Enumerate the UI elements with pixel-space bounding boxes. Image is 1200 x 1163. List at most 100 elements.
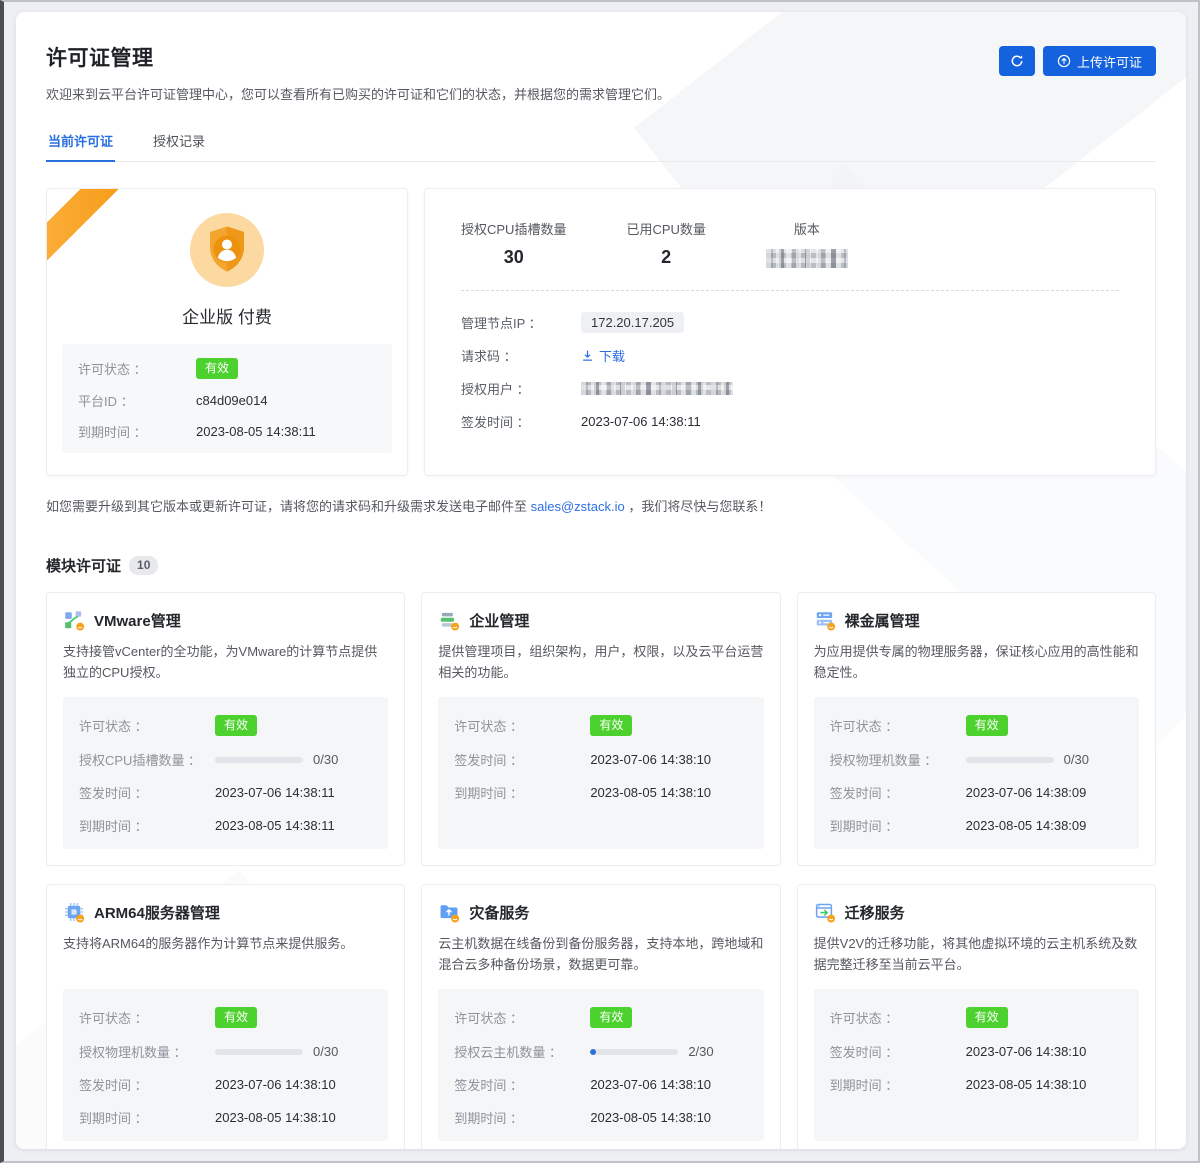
license-management-page: 许可证管理 欢迎来到云平台许可证管理中心，您可以查看所有已购买的许可证和它们的状…	[16, 12, 1186, 1149]
status-badge: 有效	[966, 715, 1008, 736]
note-prefix: 如您需要升级到其它版本或更新许可证，请将您的请求码和升级需求发送电子邮件至	[46, 499, 531, 514]
info-label: 许可状态 ：	[454, 716, 590, 735]
license-status-row: 许可状态 ：有效	[454, 715, 747, 736]
license-status-row: 许可状态 ：有效	[79, 715, 372, 736]
info-value: 2023-07-06 14:38:10	[215, 1077, 336, 1092]
issue-time-label: 签发时间 ：	[461, 412, 581, 431]
license-status-row: 许可状态 ：有效	[830, 1007, 1123, 1028]
module-card: 裸金属管理为应用提供专属的物理服务器，保证核心应用的高性能和稳定性。许可状态 ：…	[797, 592, 1156, 866]
stat-value: 2	[626, 247, 705, 268]
info-label: 到期时间 ：	[830, 1075, 966, 1094]
info-row: 到期时间 ：2023-08-05 14:38:10	[454, 1108, 747, 1127]
sales-email-link[interactable]: sales@zstack.io	[531, 499, 625, 514]
platform-id-row: 平台ID ： c84d09e014	[78, 391, 376, 410]
upgrade-note: 如您需要升级到其它版本或更新许可证，请将您的请求码和升级需求发送电子邮件至 sa…	[46, 496, 1156, 515]
corner-ribbon	[46, 188, 125, 266]
module-description: 云主机数据在线备份到备份服务器，支持本地，跨地域和混合云多种备份场景，数据更可靠…	[438, 933, 763, 977]
dashed-divider	[461, 290, 1119, 291]
enterprise-icon	[438, 609, 460, 631]
tab-bar: 当前许可证 授权记录	[46, 131, 1156, 162]
quota-row: 授权物理机数量 ：0/30	[830, 750, 1123, 769]
module-info-box: 许可状态 ：有效授权云主机数量 ：2/30签发时间 ：2023-07-06 14…	[438, 989, 763, 1141]
authorized-user-row: 授权用户 ：	[461, 377, 1119, 399]
info-row: 到期时间 ：2023-08-05 14:38:10	[454, 783, 747, 802]
status-badge: 有效	[966, 1007, 1008, 1028]
stat-label: 授权CPU插槽数量	[461, 219, 566, 238]
info-value: 2023-07-06 14:38:10	[590, 1077, 711, 1092]
stat-value: 30	[461, 247, 566, 268]
module-cards-grid: VMware管理支持接管vCenter的全功能，为VMware的计算节点提供独立…	[46, 592, 1156, 1149]
page-header: 许可证管理 欢迎来到云平台许可证管理中心，您可以查看所有已购买的许可证和它们的状…	[46, 42, 1156, 103]
version-value-redacted	[766, 249, 848, 268]
upload-license-button[interactable]: 上传许可证	[1043, 46, 1156, 76]
migration-icon	[814, 901, 836, 923]
module-card: 企业管理提供管理项目，组织架构，用户，权限，以及云平台运营相关的功能。许可状态 …	[421, 592, 780, 866]
module-info-box: 许可状态 ：有效授权物理机数量 ：0/30 签发时间 ：2023-07-06 14…	[63, 989, 388, 1141]
note-suffix: ，我们将尽快与您联系！	[625, 499, 772, 514]
info-label: 许可状态 ：	[830, 716, 966, 735]
header-actions: 上传许可证	[999, 46, 1156, 76]
upload-icon	[1057, 54, 1071, 68]
module-info-box: 许可状态 ：有效签发时间 ：2023-07-06 14:38:10到期时间 ：2…	[814, 989, 1139, 1141]
info-row: 签发时间 ：2023-07-06 14:38:10	[830, 1042, 1123, 1061]
module-info-box: 许可状态 ：有效授权物理机数量 ：0/30 签发时间 ：2023-07-06 14…	[814, 697, 1139, 849]
info-row: 签发时间 ：2023-07-06 14:38:10	[454, 750, 747, 769]
info-label: 签发时间 ：	[79, 1075, 215, 1094]
status-badge: 有效	[590, 715, 632, 736]
authorized-user-label: 授权用户 ：	[461, 379, 581, 398]
info-label: 签发时间 ：	[454, 1075, 590, 1094]
shield-user-icon	[190, 213, 264, 287]
quota-row: 授权云主机数量 ：2/30	[454, 1042, 747, 1061]
disaster-recovery-icon	[438, 901, 460, 923]
download-request-code-link[interactable]: 下载	[581, 346, 625, 365]
info-row: 到期时间 ：2023-08-05 14:38:10	[79, 1108, 372, 1127]
license-summary-card: 企业版 付费 许可状态 ： 有效 平台ID ： c84d09e014 到期时间 …	[46, 188, 408, 476]
info-value: 2023-08-05 14:38:11	[215, 818, 335, 833]
refresh-button[interactable]	[999, 46, 1035, 76]
progress-bar	[215, 757, 303, 763]
license-edition: 企业版 付费	[182, 303, 272, 328]
vmware-icon	[63, 609, 85, 631]
info-label: 签发时间 ：	[79, 783, 215, 802]
module-description: 提供V2V的迁移功能，将其他虚拟环境的云主机系统及数据完整迁移至当前云平台。	[814, 933, 1139, 977]
tab-current-license[interactable]: 当前许可证	[46, 131, 115, 161]
management-node-ip-value: 172.20.17.205	[581, 312, 684, 333]
info-row: 签发时间 ：2023-07-06 14:38:09	[830, 783, 1123, 802]
info-label: 到期时间 ：	[454, 1108, 590, 1127]
info-label: 到期时间 ：	[79, 816, 215, 835]
module-card-header: 裸金属管理	[814, 609, 1139, 631]
module-info-box: 许可状态 ：有效签发时间 ：2023-07-06 14:38:10到期时间 ：2…	[438, 697, 763, 849]
refresh-icon	[1010, 54, 1024, 68]
license-status-row: 许可状态 ：有效	[79, 1007, 372, 1028]
info-row: 签发时间 ：2023-07-06 14:38:11	[79, 783, 372, 802]
arm64-icon	[63, 901, 85, 923]
authorized-user-value-redacted	[581, 382, 733, 395]
quota-ratio: 0/30	[1064, 752, 1089, 767]
quota-ratio: 2/30	[688, 1044, 713, 1059]
quota-row: 授权物理机数量 ：0/30	[79, 1042, 372, 1061]
download-link-label: 下载	[599, 346, 625, 365]
module-title: ARM64服务器管理	[94, 902, 220, 923]
module-description: 支持接管vCenter的全功能，为VMware的计算节点提供独立的CPU授权。	[63, 641, 388, 685]
management-node-ip-label: 管理节点IP ：	[461, 313, 581, 332]
module-card: 迁移服务提供V2V的迁移功能，将其他虚拟环境的云主机系统及数据完整迁移至当前云平…	[797, 884, 1156, 1149]
module-title: 企业管理	[469, 610, 529, 631]
info-value: 2023-08-05 14:38:09	[966, 818, 1087, 833]
info-value: 2023-08-05 14:38:10	[590, 785, 711, 800]
status-badge: 有效	[215, 1007, 257, 1028]
info-row: 到期时间 ：2023-08-05 14:38:10	[830, 1075, 1123, 1094]
download-icon	[581, 349, 594, 362]
module-title: 迁移服务	[845, 902, 905, 923]
info-label: 许可状态 ：	[79, 716, 215, 735]
license-status-row: 许可状态 ： 有效	[78, 358, 376, 379]
info-label: 许可状态 ：	[830, 1008, 966, 1027]
info-row: 签发时间 ：2023-07-06 14:38:10	[454, 1075, 747, 1094]
info-label: 到期时间 ：	[454, 783, 590, 802]
tab-authorization-records[interactable]: 授权记录	[151, 131, 207, 161]
quota-ratio: 0/30	[313, 1044, 338, 1059]
info-label: 到期时间 ：	[830, 816, 966, 835]
module-card-header: 灾备服务	[438, 901, 763, 923]
module-description: 为应用提供专属的物理服务器，保证核心应用的高性能和稳定性。	[814, 641, 1139, 685]
module-card: ARM64服务器管理支持将ARM64的服务器作为计算节点来提供服务。许可状态 ：…	[46, 884, 405, 1149]
issue-time-row: 签发时间 ： 2023-07-06 14:38:11	[461, 410, 1119, 432]
